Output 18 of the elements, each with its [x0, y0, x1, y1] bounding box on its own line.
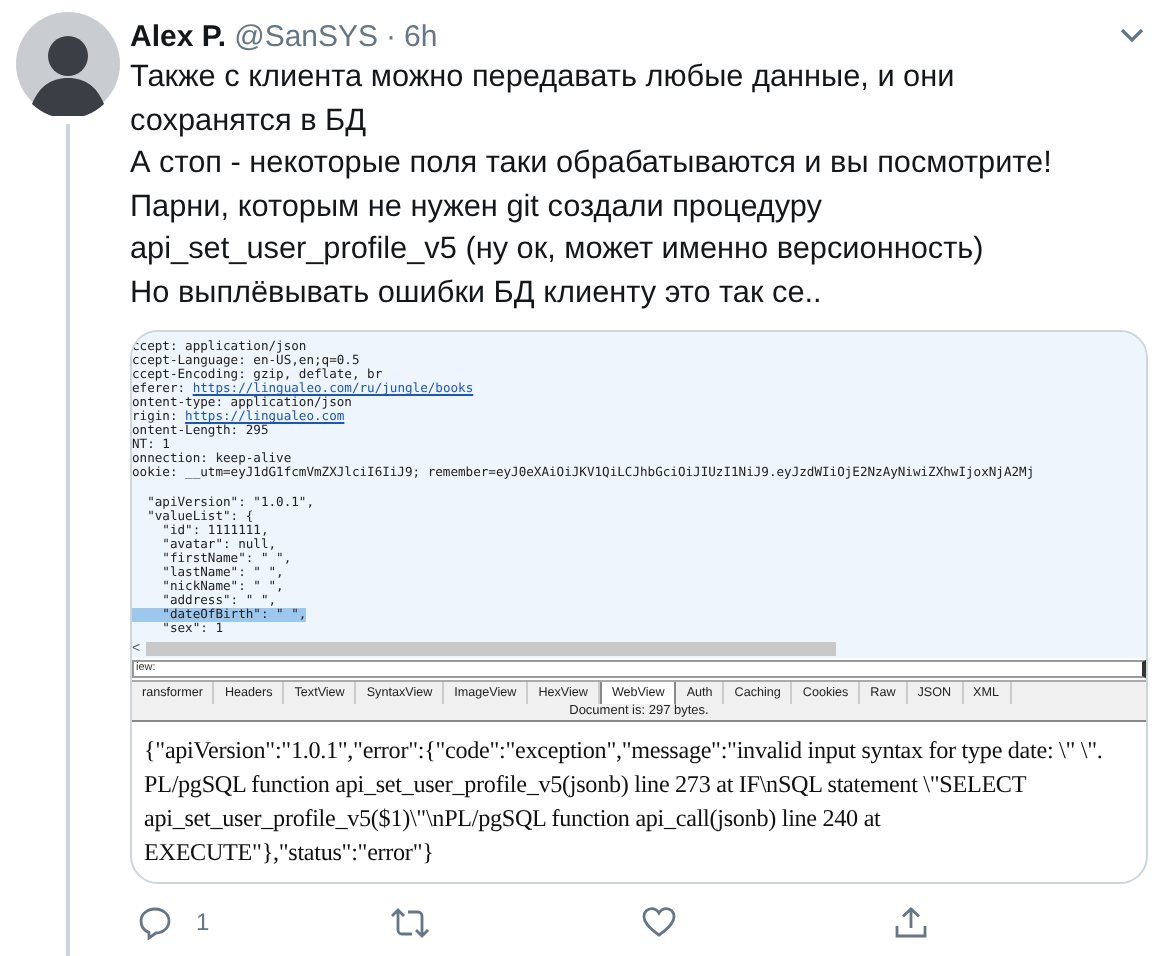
avatar[interactable] — [16, 12, 120, 116]
tweet-text: Также с клиента можно передавать любые данные, и они сохранятся в БД — [130, 58, 957, 141]
reply-count: 1 — [196, 908, 210, 936]
speech-bubble-icon[interactable] — [138, 905, 172, 939]
separator-dot: · — [386, 19, 397, 53]
scrollbar-thumb[interactable] — [146, 642, 837, 656]
response-text: {"apiVersion":"1.0.1","error":{"code":"exception","message":"invalid input syntax for type date: \" \". PL/pgSQL function api_set_user_profile_v5(jsonb) line 273 at IF\nSQL statement \"SELECT api_set_user_profile_v5($1)\"\nPL/pgSQL function api_call(jsonb) line 240 at EXECUTE"},"status":"error"} — [142, 734, 1105, 870]
tweet-text: А стоп - некоторые поля таки обрабатываются и вы посмотрите! — [130, 144, 1054, 184]
share-icon[interactable] — [894, 905, 928, 939]
heart-icon[interactable] — [642, 906, 676, 938]
tweet-text: api_set_user_profile_v5 (ну ок, может именно версионность) — [130, 230, 986, 270]
retweet-icon[interactable] — [390, 905, 430, 939]
tweet-text: Парни, которым не нужен git создали процедуру — [130, 187, 825, 227]
chevron-down-icon[interactable] — [1118, 26, 1146, 46]
post-time[interactable]: 6h — [404, 19, 438, 53]
tweet-text: Но выплёвывать ошибки БД клиенту это так се.. — [130, 273, 824, 313]
author-handle[interactable]: @SanSYS — [234, 19, 379, 53]
author-name[interactable]: Alex P. — [130, 19, 227, 53]
